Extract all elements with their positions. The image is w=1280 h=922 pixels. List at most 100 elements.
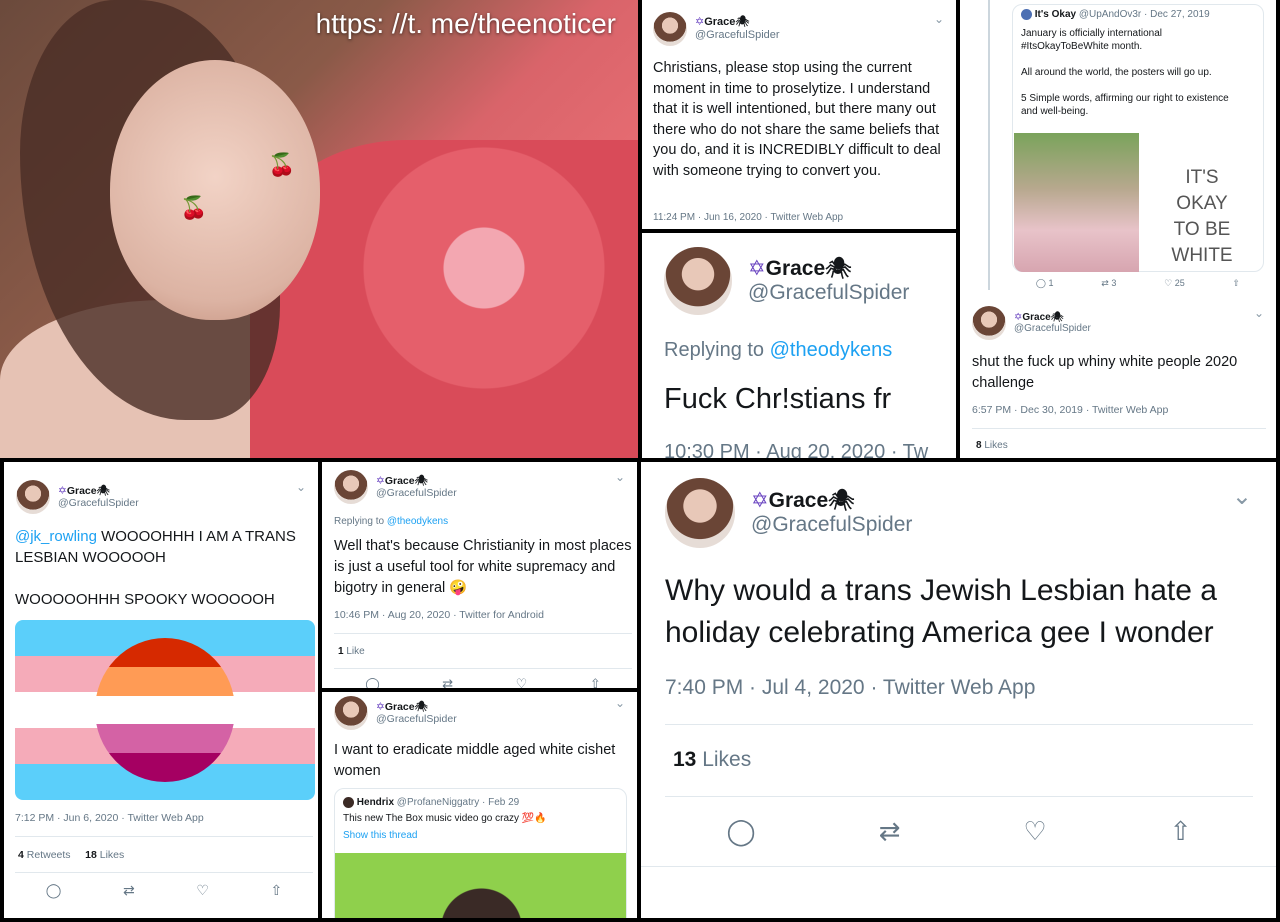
tweet-text: @jk_rowling WOOOOHHH I AM A TRANS LESBIA… <box>15 528 296 608</box>
quoted-author-handle[interactable]: @ProfaneNiggatry · Feb 29 <box>397 797 519 808</box>
quoted-author-name[interactable]: Hendrix <box>357 797 394 808</box>
avatar[interactable] <box>16 480 50 514</box>
heart-icon[interactable]: ♡ <box>196 882 209 899</box>
share-icon[interactable]: ⇧ <box>1170 816 1192 847</box>
watermark-caption: https: //t. me/theenoticer <box>315 8 616 39</box>
chevron-down-icon[interactable]: ⌄ <box>1254 306 1264 320</box>
quoted-tweet[interactable]: Hendrix @ProfaneNiggatry · Feb 29 This n… <box>334 788 627 918</box>
author-handle[interactable]: @GracefulSpider <box>748 281 909 305</box>
tweet-proselytize: ✡Grace🕷 @GracefulSpider ⌄ Christians, pl… <box>642 0 956 229</box>
divider <box>334 633 632 634</box>
avatar[interactable] <box>653 12 687 46</box>
replying-to: Replying to @theodykens <box>664 339 893 361</box>
chevron-down-icon[interactable]: ⌄ <box>296 480 306 494</box>
quoted-text: This new The Box music video go crazy 💯🔥 <box>343 813 547 824</box>
tweet-text: Fuck Chr!stians fr <box>664 383 892 415</box>
heart-icon[interactable]: ♡ <box>1023 816 1046 847</box>
chevron-down-icon[interactable]: ⌄ <box>615 696 625 710</box>
divider <box>972 428 1266 429</box>
lesbian-flag-circle <box>95 638 235 782</box>
spider-icon: 🕷 <box>828 488 855 512</box>
thread-line <box>988 0 990 290</box>
likes-count[interactable]: 1 Like <box>338 646 365 657</box>
star-of-david-icon: ✡ <box>748 256 766 280</box>
tweet-meta: 7:12 PM · Jun 6, 2020 · Twitter Web App <box>15 812 204 824</box>
author-handle[interactable]: @GracefulSpider <box>58 497 139 509</box>
author-handle[interactable]: @GracefulSpider <box>1014 323 1091 335</box>
avatar[interactable] <box>972 306 1006 340</box>
share-icon[interactable]: ⇧ <box>270 882 282 899</box>
likes-count[interactable]: 8 Likes <box>976 440 1008 451</box>
tweet-actions: ◯ ⇄ ♡ ⇧ <box>665 816 1253 847</box>
avatar[interactable] <box>664 247 732 315</box>
spider-icon: 🕷 <box>735 16 750 29</box>
avatar[interactable] <box>665 478 735 548</box>
author-name[interactable]: ✡Grace🕷 <box>1014 312 1091 324</box>
reply-icon[interactable]: ◯ <box>46 882 62 899</box>
quoted-author-name[interactable]: It's Okay <box>1035 9 1076 20</box>
show-thread-link[interactable]: Show this thread <box>343 830 418 841</box>
author-name[interactable]: ✡Grace🕷 <box>58 485 139 497</box>
likes-count[interactable]: 13 Likes <box>673 748 751 772</box>
reply-icon[interactable]: ◯ <box>726 816 755 847</box>
divider <box>15 872 313 873</box>
heart-icon[interactable]: ♡ <box>516 676 528 688</box>
likes-count[interactable]: 18 Likes <box>85 849 124 861</box>
tweet-text: Christians, please stop using the curren… <box>653 60 941 179</box>
tweet-text: I want to eradicate middle aged white ci… <box>334 742 616 779</box>
heart-icon[interactable]: ♡ 25 <box>1164 278 1185 289</box>
author-name[interactable]: ✡Grace🕷 <box>748 257 909 281</box>
replying-to: Replying to @theodykens <box>334 516 449 527</box>
profile-photo-panel: 🍒 🍒 https: //t. me/theenoticer <box>0 0 638 458</box>
quoted-tweet[interactable]: It's Okay @UpAndOv3r · Dec 27, 2019 Janu… <box>1012 4 1264 272</box>
photo-face <box>110 60 320 320</box>
reply-icon[interactable]: ◯ <box>365 676 380 688</box>
share-icon[interactable]: ⇧ <box>1233 278 1241 289</box>
quoted-media-image[interactable] <box>335 853 626 918</box>
tweet-actions: ◯ ⇄ ♡ ⇧ <box>334 676 632 688</box>
quoted-author-handle[interactable]: @UpAndOv3r · Dec 27, 2019 <box>1079 9 1210 20</box>
tweet-actions: ◯ ⇄ ♡ ⇧ <box>15 882 313 899</box>
author-handle[interactable]: @GracefulSpider <box>695 29 780 42</box>
quoted-avatar[interactable] <box>343 797 354 808</box>
author-name[interactable]: ✡Grace🕷 <box>376 475 457 487</box>
tweet-its-okay-thread: It's Okay @UpAndOv3r · Dec 27, 2019 Janu… <box>960 0 1276 458</box>
avatar[interactable] <box>334 696 368 730</box>
spider-icon: 🕷 <box>825 256 852 280</box>
share-icon[interactable]: ⇧ <box>590 676 601 688</box>
tweet-meta: 7:40 PM · Jul 4, 2020 · Twitter Web App <box>665 676 1036 699</box>
author-handle[interactable]: @GracefulSpider <box>376 713 457 725</box>
tweet-text: Why would a trans Jewish Lesbian hate a … <box>665 574 1217 649</box>
tweet-text: shut the fuck up whiny white people 2020… <box>972 354 1238 391</box>
star-of-david-icon: ✡ <box>376 700 385 713</box>
chevron-down-icon[interactable]: ⌄ <box>934 12 944 26</box>
retweets-count[interactable]: 4 Retweets <box>18 849 71 861</box>
lesbian-trans-flag-image[interactable] <box>15 620 315 800</box>
divider <box>334 668 632 669</box>
tweet-meta: 10:46 PM · Aug 20, 2020 · Twitter for An… <box>334 609 544 621</box>
retweet-icon[interactable]: ⇄ <box>879 816 901 847</box>
author-handle[interactable]: @GracefulSpider <box>751 513 912 537</box>
chevron-down-icon[interactable]: ⌄ <box>615 470 625 484</box>
reply-icon[interactable]: ◯ 1 <box>1036 278 1054 289</box>
author-name[interactable]: ✡Grace🕷 <box>751 489 912 513</box>
children-photo[interactable] <box>1014 133 1139 272</box>
tweet-christianity: ✡Grace🕷 @GracefulSpider ⌄ Replying to @t… <box>322 462 637 688</box>
quoted-actions: ◯ 1 ⇄ 3 ♡ 25 ⇧ <box>1012 278 1264 289</box>
divider <box>15 836 313 837</box>
tweet-meta: 6:57 PM · Dec 30, 2019 · Twitter Web App <box>972 404 1169 416</box>
mention-link[interactable]: @jk_rowling <box>15 528 97 545</box>
mention-link[interactable]: @theodykens <box>387 516 448 527</box>
author-name[interactable]: ✡Grace🕷 <box>695 16 780 29</box>
star-of-david-icon: ✡ <box>58 484 67 497</box>
avatar[interactable] <box>334 470 368 504</box>
chevron-down-icon[interactable]: ⌄ <box>1232 482 1252 511</box>
spider-icon: 🕷 <box>414 700 428 713</box>
author-handle[interactable]: @GracefulSpider <box>376 487 457 499</box>
engagement-counts: 4 Retweets 18 Likes <box>18 849 124 861</box>
author-name[interactable]: ✡Grace🕷 <box>376 701 457 713</box>
retweet-icon[interactable]: ⇄ 3 <box>1101 278 1116 289</box>
retweet-icon[interactable]: ⇄ <box>442 676 453 688</box>
retweet-icon[interactable]: ⇄ <box>123 882 135 899</box>
mention-link[interactable]: @theodykens <box>770 339 893 361</box>
